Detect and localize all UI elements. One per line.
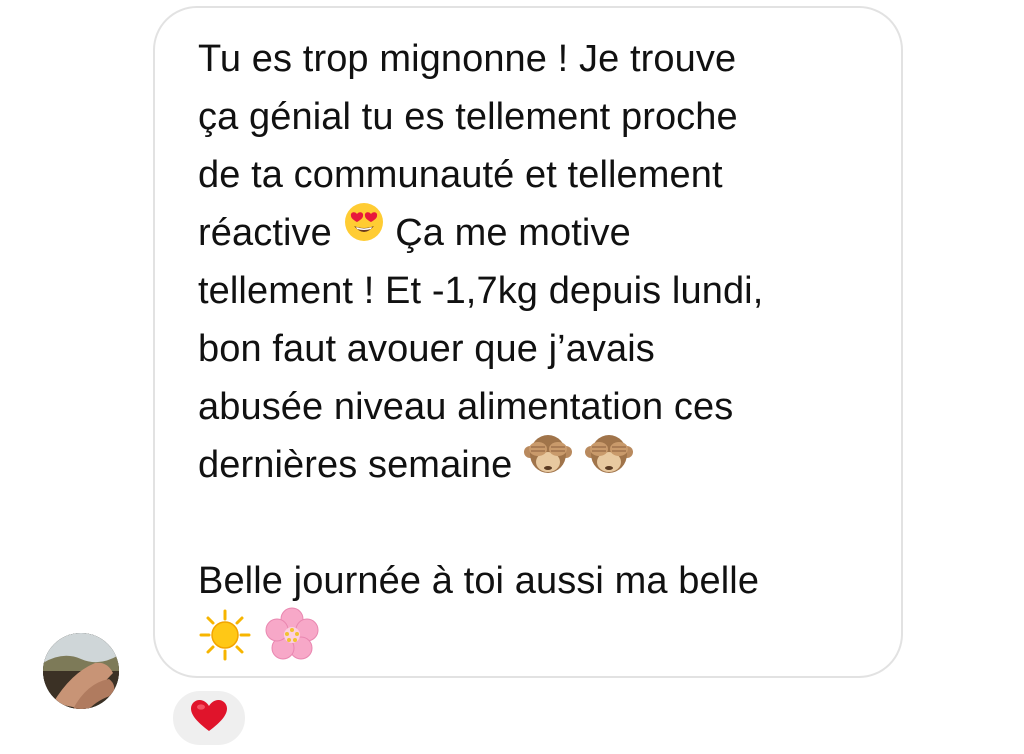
see-no-evil-monkey-emoji-icon: [523, 432, 573, 493]
sender-avatar[interactable]: [43, 633, 119, 709]
message-line: abusée niveau alimentation ces: [198, 386, 734, 428]
see-no-evil-monkey-emoji-icon: [584, 432, 634, 493]
message-line: bon faut avouer que j’avais: [198, 328, 655, 370]
dm-thread: Tu es trop mignonne ! Je trouve ça génia…: [0, 0, 1024, 754]
emoji-line: [198, 607, 888, 668]
heart-eyes-emoji-icon: [343, 201, 385, 260]
red-heart-icon: [191, 699, 227, 737]
message-segment: réactive: [198, 212, 332, 254]
message-text: Tu es trop mignonne ! Je trouve ça génia…: [198, 30, 888, 668]
message-line-with-emoji: dernières semaine: [198, 435, 888, 494]
message-line: Belle journée à toi aussi ma belle: [198, 560, 760, 602]
cherry-blossom-emoji-icon: [263, 606, 321, 681]
message-line: ça génial tu es tellement proche: [198, 96, 738, 138]
sun-emoji-icon: [198, 608, 252, 679]
reaction-badge[interactable]: [170, 688, 248, 748]
message-segment: Ça me motive: [395, 212, 631, 254]
message-line: Tu es trop mignonne ! Je trouve: [198, 38, 737, 80]
message-line: de ta communauté et tellement: [198, 154, 723, 196]
message-segment: dernières semaine: [198, 444, 513, 486]
message-line-with-emoji: réactive Ça me motive: [198, 201, 888, 262]
message-line: tellement ! Et -1,7kg depuis lundi,: [198, 270, 764, 312]
